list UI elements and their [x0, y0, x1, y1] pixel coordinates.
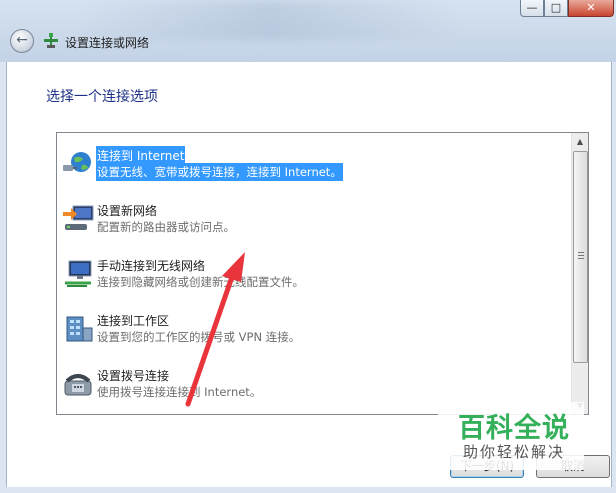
maximize-icon: □ — [550, 1, 562, 14]
dialup-phone-icon — [64, 374, 92, 396]
minimize-button[interactable]: — — [520, 0, 544, 17]
option-new-network[interactable]: 设置新网络 配置新的路由器或访问点。 — [61, 201, 561, 241]
scrollbar-thumb[interactable] — [573, 151, 588, 363]
page-heading: 选择一个连接选项 — [46, 89, 158, 105]
maximize-button[interactable]: □ — [544, 0, 568, 17]
close-icon: ✕ — [586, 1, 596, 14]
scroll-up-icon[interactable]: ▲ — [572, 133, 588, 150]
option-description: 设置无线、宽带或拨号连接，连接到 Internet。 — [96, 163, 343, 181]
scroll-grip-icon — [578, 252, 584, 260]
option-dialup[interactable]: 设置拨号连接 使用拨号连接连接到 Internet。 — [61, 366, 561, 406]
watermark-tagline: 助你轻松解决 — [463, 443, 566, 461]
vertical-scrollbar[interactable]: ▲ ▼ — [571, 133, 588, 414]
network-setup-icon — [44, 33, 58, 48]
option-description: 使用拨号连接连接到 Internet。 — [97, 385, 262, 399]
watermark-brand: 百科全说 — [458, 413, 570, 444]
option-description: 配置新的路由器或访问点。 — [97, 220, 235, 234]
minimize-icon: — — [526, 1, 538, 14]
back-arrow-icon: ← — [16, 32, 28, 48]
option-description: 连接到隐藏网络或创建新无线配置文件。 — [97, 275, 304, 289]
connection-options-list[interactable]: 连接到 Internet 设置无线、宽带或拨号连接，连接到 Internet。 … — [56, 132, 589, 415]
close-button[interactable]: ✕ — [568, 0, 614, 17]
option-description: 设置到您的工作区的拨号或 VPN 连接。 — [97, 330, 301, 344]
workplace-building-icon — [66, 316, 93, 342]
router-setup-icon — [63, 205, 94, 230]
option-manual-wireless[interactable]: 手动连接到无线网络 连接到隐藏网络或创建新无线配置文件。 — [61, 256, 561, 296]
window-title: 设置连接或网络 — [65, 36, 150, 50]
option-connect-workplace[interactable]: 连接到工作区 设置到您的工作区的拨号或 VPN 连接。 — [61, 311, 561, 351]
back-button[interactable]: ← — [10, 29, 34, 53]
wireless-monitor-icon — [65, 260, 92, 287]
globe-network-icon — [63, 152, 91, 172]
option-connect-internet[interactable]: 连接到 Internet 设置无线、宽带或拨号连接，连接到 Internet。 — [61, 146, 561, 186]
